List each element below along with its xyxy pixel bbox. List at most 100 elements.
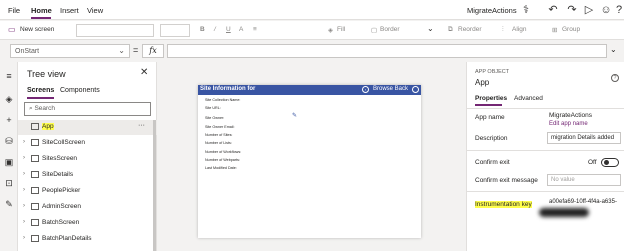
fill-button[interactable]: Fill <box>337 26 345 33</box>
confirm-exit-message-input[interactable]: No value <box>547 174 621 186</box>
divider <box>467 108 624 109</box>
italic-icon[interactable]: / <box>214 26 216 33</box>
tree-item-sitedetails[interactable]: › SiteDetails <box>18 168 157 183</box>
fx-button[interactable]: fx <box>142 44 164 58</box>
font-size-dropdown[interactable] <box>160 24 190 37</box>
formula-input[interactable] <box>167 44 607 58</box>
confirm-exit-toggle[interactable] <box>601 158 619 167</box>
app-name-value: MigrateActions <box>549 112 592 119</box>
underline-icon[interactable]: U <box>226 26 231 33</box>
tree-item-label: BatchScreen <box>42 219 80 226</box>
media-icon[interactable]: ▣ <box>3 156 15 168</box>
menu-insert[interactable]: Insert <box>60 6 79 15</box>
user-icon[interactable]: ☺ <box>599 3 613 17</box>
plus-icon[interactable]: + <box>3 114 15 126</box>
edit-pencil-icon[interactable]: ✎ <box>292 112 297 119</box>
tree-scrollbar[interactable] <box>153 120 156 251</box>
screen-title: Site Information for <box>200 86 256 92</box>
new-screen-icon: ▭ <box>8 25 16 34</box>
divider <box>467 150 624 151</box>
more-options-icon[interactable]: ··· <box>138 122 145 129</box>
chevron-right-icon: › <box>23 155 25 161</box>
browse-back-button[interactable]: Browse Back <box>373 86 408 92</box>
border-button[interactable]: Border <box>380 26 400 33</box>
instrumentation-key-value[interactable]: a00efa69-10ff-4f4a-a635- <box>549 199 617 205</box>
font-color-icon[interactable]: A <box>239 26 243 33</box>
fx-label: fx <box>149 46 157 55</box>
power-icon[interactable] <box>412 86 419 93</box>
tree-item-adminscreen[interactable]: › AdminScreen <box>18 200 157 215</box>
play-icon[interactable]: ▷ <box>582 3 596 17</box>
fill-icon: ◈ <box>328 27 333 34</box>
description-value: migration Details added <box>551 135 615 141</box>
divider <box>467 191 624 192</box>
tab-advanced[interactable]: Advanced <box>514 95 543 102</box>
reorder-icon: ⧉ <box>448 26 453 33</box>
app-title: MigrateActions <box>467 6 517 15</box>
tree-item-app[interactable]: App ··· <box>18 120 157 135</box>
stethoscope-icon[interactable]: ⚕ <box>519 3 533 17</box>
tree-item-sitecollscreen[interactable]: › SiteCollScreen <box>18 136 157 151</box>
tree-item-label: BatchPlanDetails <box>42 235 92 242</box>
expand-chevron-icon[interactable]: ⌄ <box>610 45 617 54</box>
toggle-knob <box>604 160 609 165</box>
hamburger-icon[interactable]: ≡ <box>3 70 15 82</box>
app-icon <box>31 123 39 130</box>
group-button[interactable]: Group <box>562 26 580 33</box>
database-icon[interactable]: ⛁ <box>3 135 15 147</box>
align-button[interactable]: Align <box>512 26 526 33</box>
description-input[interactable]: migration Details added <box>547 132 621 144</box>
tab-screens[interactable]: Screens <box>27 87 54 94</box>
chevron-right-icon: › <box>23 219 25 225</box>
font-family-dropdown[interactable] <box>76 24 154 37</box>
tools-icon[interactable]: ✎ <box>3 198 15 210</box>
description-label: Description <box>475 135 508 142</box>
help-icon[interactable]: ? <box>612 3 624 17</box>
tree-item-sitesscreen[interactable]: › SitesScreen <box>18 152 157 167</box>
screen-header: Site Information for ‹ Browse Back <box>198 85 421 95</box>
tab-components[interactable]: Components <box>60 87 100 94</box>
group-icon: ⊞ <box>552 27 558 34</box>
tree-item-batchscreen[interactable]: › BatchScreen <box>18 216 157 231</box>
new-screen-button[interactable]: New screen <box>20 26 54 33</box>
app-name-label: App name <box>475 114 505 121</box>
tab-properties[interactable]: Properties <box>475 95 507 102</box>
undo-icon[interactable]: ↶ <box>546 3 560 17</box>
screen-icon <box>31 219 39 226</box>
redo-icon[interactable]: ↷ <box>565 3 579 17</box>
chevron-down-icon[interactable]: ⌄ <box>427 24 434 33</box>
edit-app-name-link[interactable]: Edit app name <box>549 121 588 127</box>
align-text-icon[interactable]: ≡ <box>253 26 257 33</box>
search-input[interactable]: ⌕ Search <box>24 102 151 116</box>
field-label: Number of Webparts: <box>205 158 240 162</box>
close-icon[interactable]: ✕ <box>140 67 148 78</box>
bold-icon[interactable]: B <box>200 26 205 33</box>
back-arrow-icon[interactable]: ‹ <box>362 86 369 93</box>
help-icon[interactable]: ? <box>611 74 619 82</box>
property-dropdown[interactable]: OnStart ⌄ <box>10 44 130 58</box>
menu-view[interactable]: View <box>87 6 103 15</box>
formula-bar: OnStart ⌄ = fx ⌄ <box>0 41 624 61</box>
screen-icon <box>31 235 39 242</box>
app-screen-preview[interactable]: Site Information for ‹ Browse Back Site … <box>198 85 421 238</box>
layers-icon[interactable]: ◈ <box>3 93 15 105</box>
screen-icon <box>31 203 39 210</box>
confirm-exit-label: Confirm exit <box>475 159 510 166</box>
screen-icon <box>31 155 39 162</box>
tree-item-label: SiteDetails <box>42 171 74 178</box>
screen-icon <box>31 139 39 146</box>
field-label: Number of Workflows: <box>205 150 242 154</box>
instrumentation-key-label: Instrumentation key <box>475 201 532 208</box>
tree-item-peoplepicker[interactable]: › PeoplePicker <box>18 184 157 199</box>
chevron-right-icon: › <box>23 203 25 209</box>
field-label: Number of Lists: <box>205 141 232 145</box>
variables-icon[interactable]: ⊡ <box>3 177 15 189</box>
reorder-button[interactable]: Reorder <box>458 26 481 33</box>
object-name: App <box>475 78 490 87</box>
properties-panel: APP OBJECT App ? Properties Advanced App… <box>466 62 624 251</box>
menu-home[interactable]: Home <box>31 6 52 15</box>
menu-file[interactable]: File <box>8 6 20 15</box>
confirm-exit-message-placeholder: No value <box>551 177 575 183</box>
search-placeholder: Search <box>34 105 56 112</box>
tree-item-batchplandetails[interactable]: › BatchPlanDetails <box>18 232 157 247</box>
